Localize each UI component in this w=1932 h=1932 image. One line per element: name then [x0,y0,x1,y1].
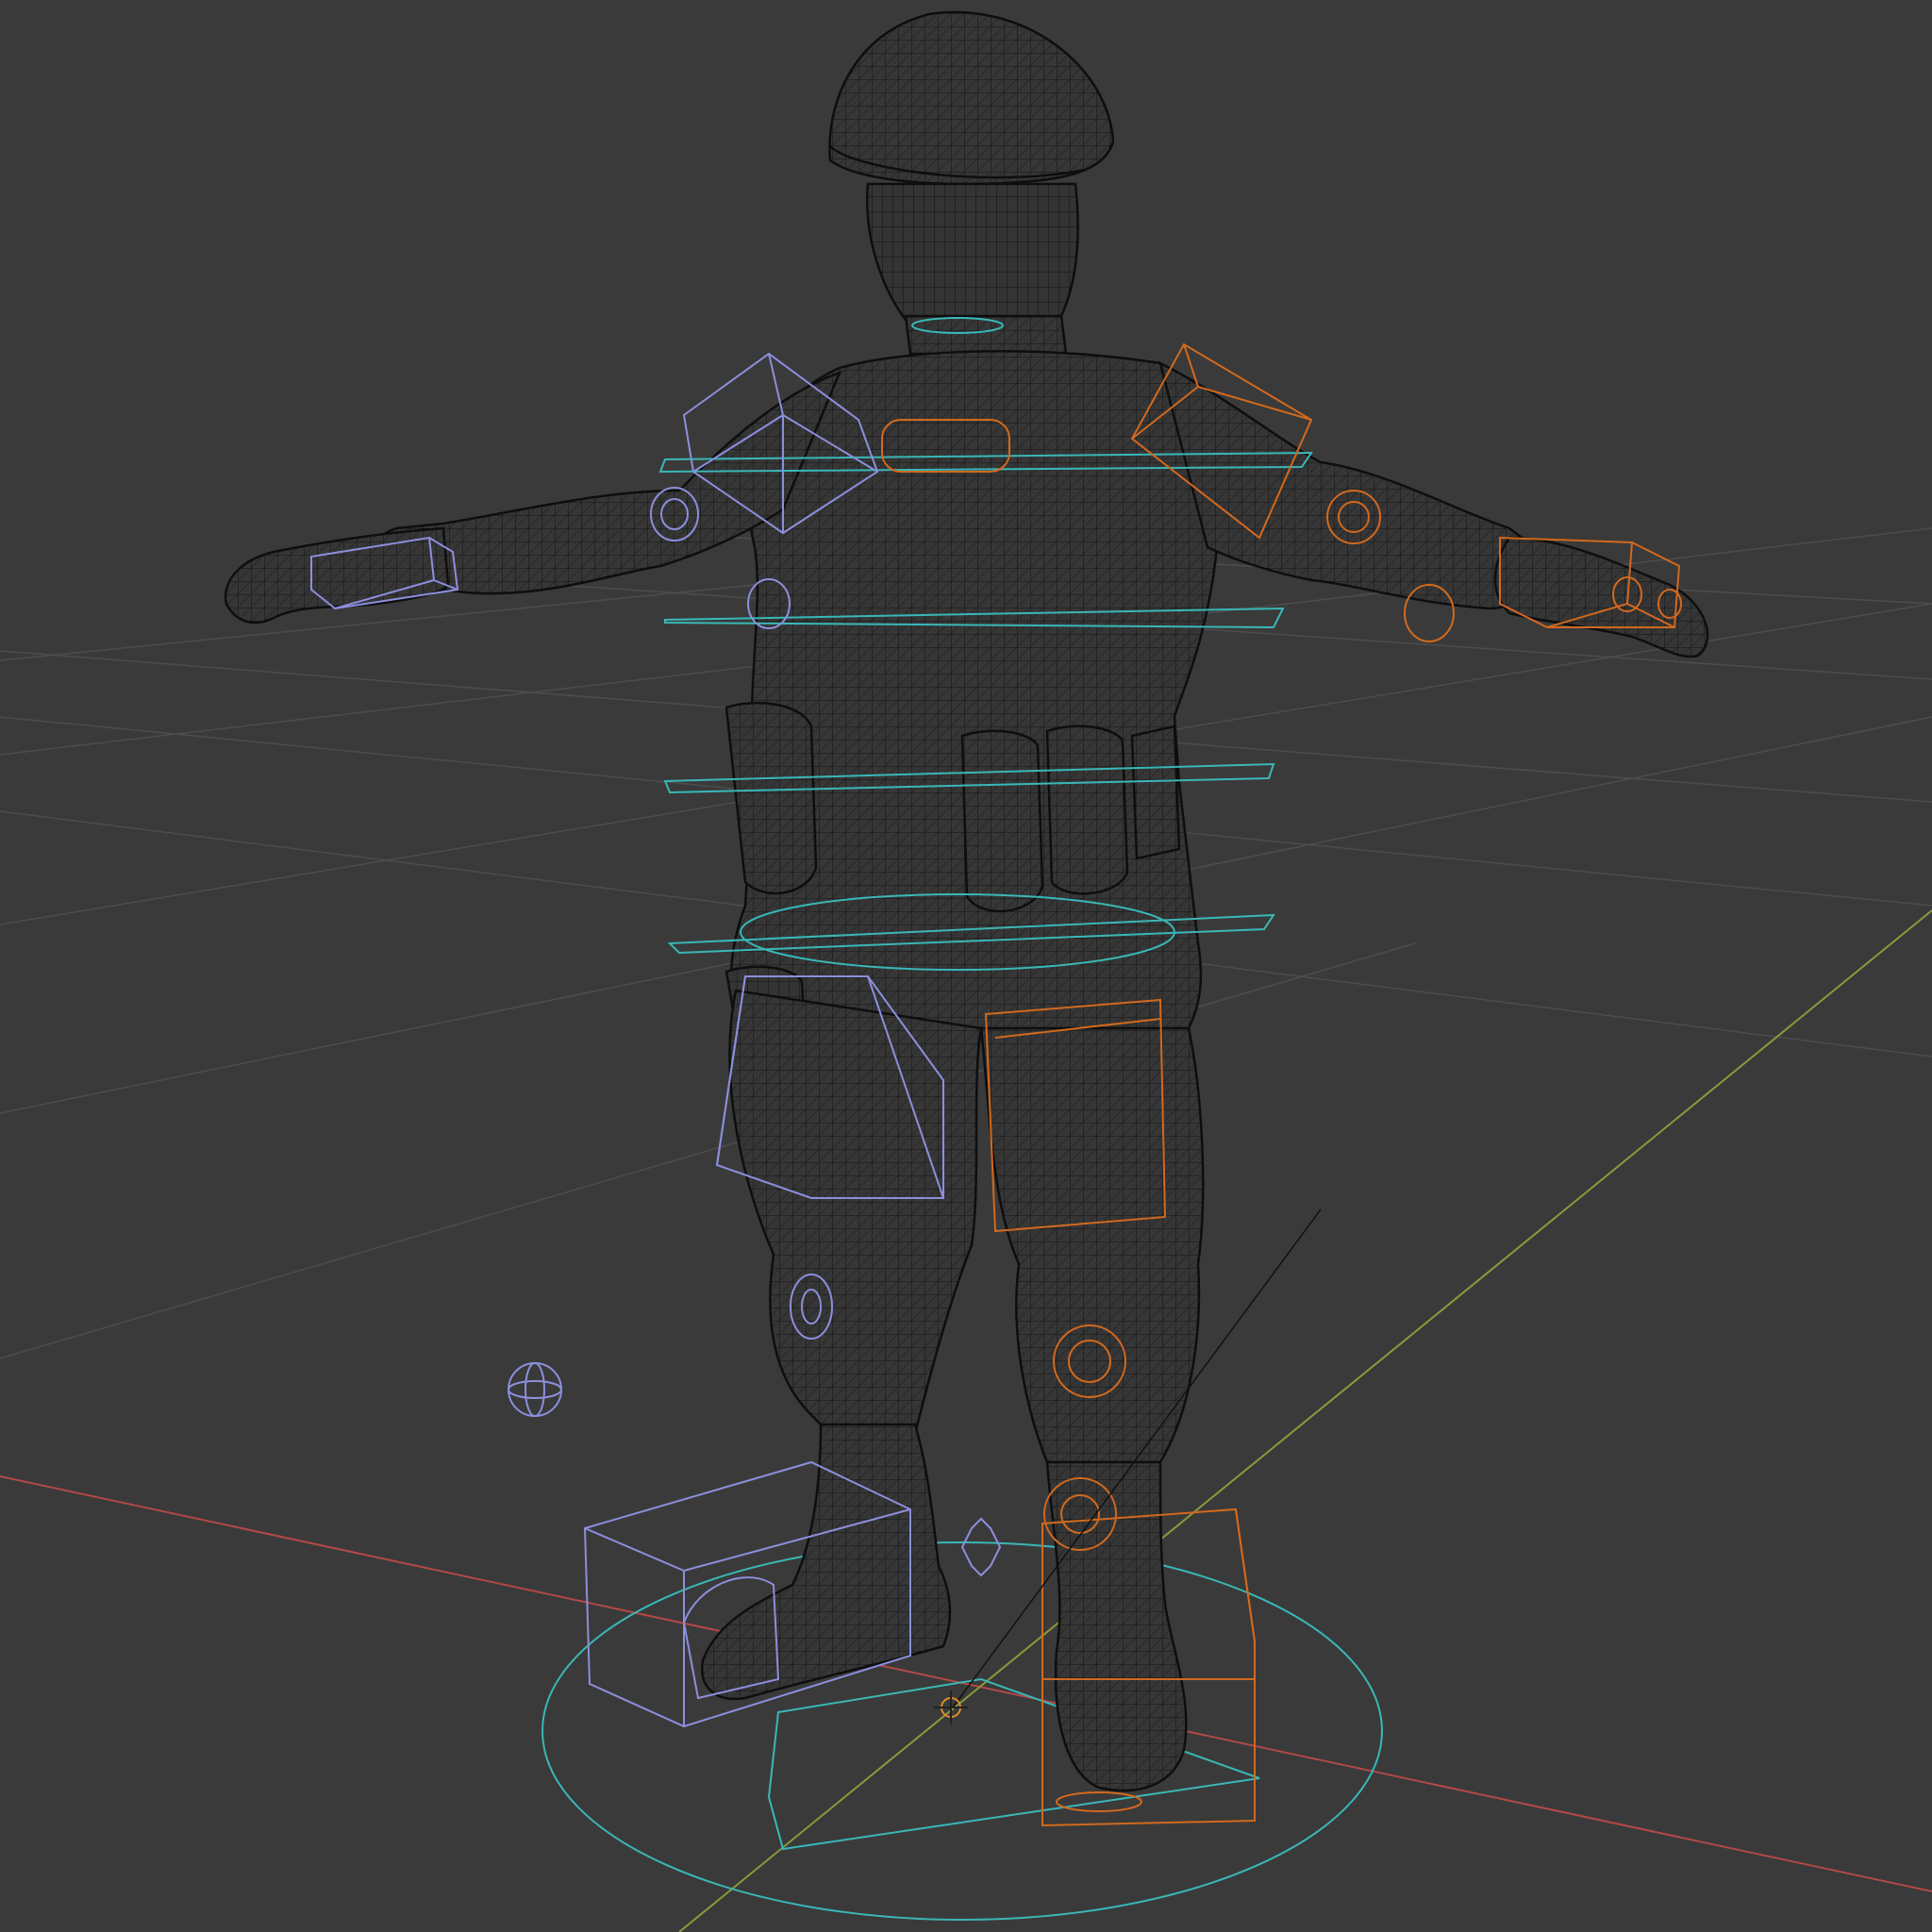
root-control-circle[interactable] [541,1541,1383,1921]
3d-viewport[interactable] [0,0,1932,1932]
viewport-canvas[interactable] [0,0,1932,1932]
pouch-left [724,702,818,895]
head [866,182,1079,327]
arm-right [1158,360,1549,610]
hand-right [1493,536,1709,658]
leg-left [728,989,983,1436]
pouch-center [960,729,1044,913]
pouch-right [1045,724,1129,895]
character-mesh[interactable] [224,10,1709,1792]
pouch-far-right [1130,724,1181,860]
boot-left [700,1423,952,1701]
cap [828,10,1115,186]
